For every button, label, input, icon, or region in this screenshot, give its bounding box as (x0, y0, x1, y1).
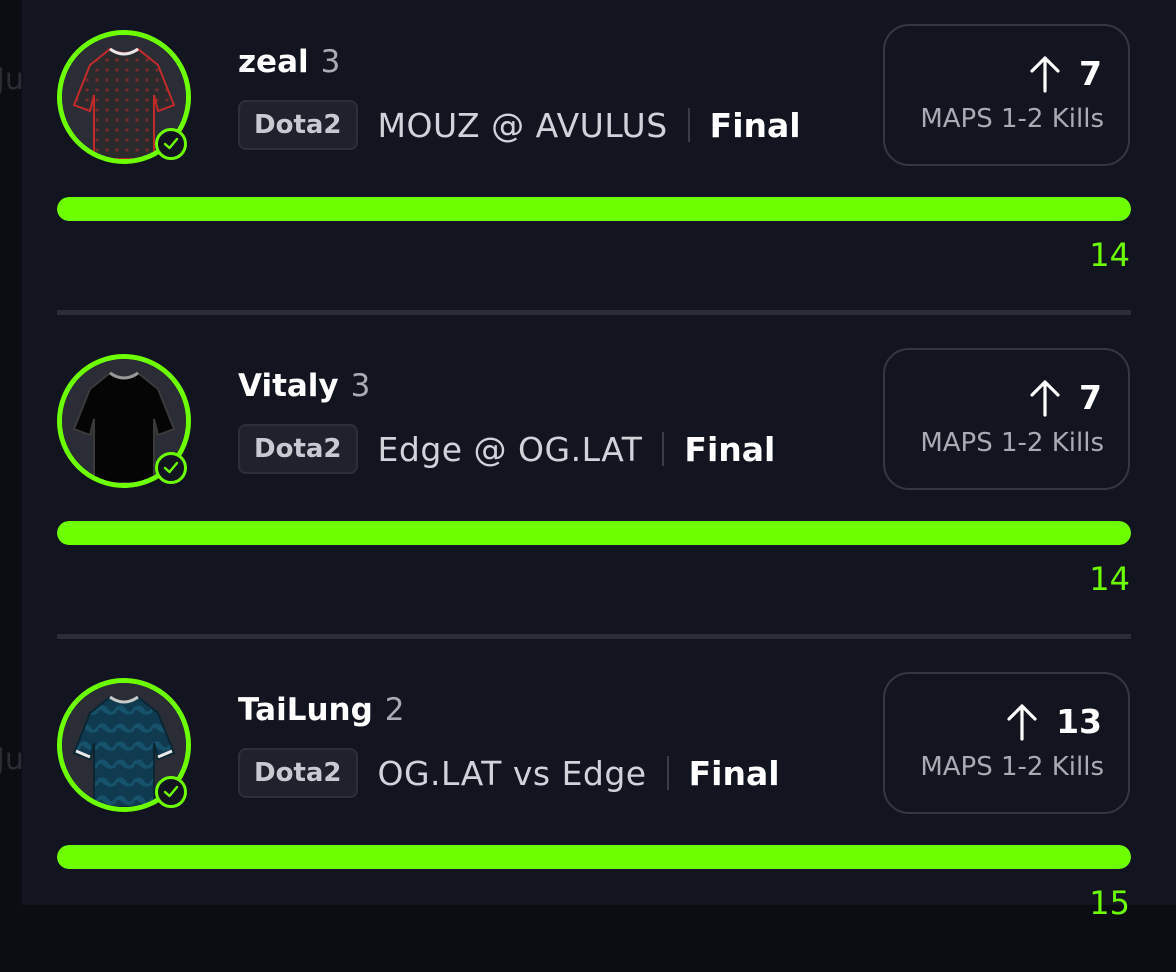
progress-value: 14 (1089, 236, 1130, 274)
stat-label: MAPS 1-2 Kills (920, 752, 1104, 782)
divider (57, 634, 1131, 639)
pick-card[interactable]: zeal 3 Dota2 MOUZ @ AVULUS Final 7 MAPS 1… (22, 0, 1176, 324)
stat-label: MAPS 1-2 Kills (920, 104, 1104, 134)
progress-fill (57, 845, 1131, 869)
arrow-up-icon (1030, 55, 1060, 93)
verified-check-icon (155, 776, 187, 808)
stat-label: MAPS 1-2 Kills (920, 428, 1104, 458)
match-info: Dota2 MOUZ @ AVULUS Final (238, 98, 801, 152)
progress-bar (57, 845, 1131, 869)
stat-line-box[interactable]: 7 MAPS 1-2 Kills (883, 348, 1130, 490)
game-tag: Dota2 (238, 748, 358, 798)
match-info: Dota2 Edge @ OG.LAT Final (238, 422, 775, 476)
stat-line-box[interactable]: 13 MAPS 1-2 Kills (883, 672, 1130, 814)
matchup-label: MOUZ @ AVULUS (377, 105, 668, 145)
match-status: Final (688, 753, 780, 793)
game-tag: Dota2 (238, 424, 358, 474)
player-count: 3 (320, 44, 341, 80)
player-count: 2 (384, 692, 405, 728)
pick-card[interactable]: Vitaly 3 Dota2 Edge @ OG.LAT Final 7 MAPS… (22, 324, 1176, 648)
progress-fill (57, 197, 1131, 221)
verified-check-icon (155, 452, 187, 484)
player-name[interactable]: Vitaly (238, 368, 339, 404)
player-header: zeal 3 (238, 42, 340, 82)
stat-value: 13 (1056, 702, 1102, 741)
progress-value: 15 (1089, 884, 1130, 922)
stat-value: 7 (1079, 378, 1102, 417)
progress-bar (57, 521, 1131, 545)
player-name[interactable]: zeal (238, 44, 309, 80)
background-peek-text: Ju (0, 62, 24, 97)
pick-card[interactable]: TaiLung 2 Dota2 OG.LAT vs Edge Final 13 M… (22, 648, 1176, 972)
separator (662, 432, 665, 466)
results-panel[interactable]: zeal 3 Dota2 MOUZ @ AVULUS Final 7 MAPS 1… (22, 0, 1176, 922)
separator (666, 756, 669, 790)
progress-bar (57, 197, 1131, 221)
matchup-label: OG.LAT vs Edge (377, 753, 647, 793)
game-tag: Dota2 (238, 100, 358, 150)
progress-fill (57, 521, 1131, 545)
match-status: Final (709, 105, 801, 145)
background-peek-text: Ju (0, 742, 24, 777)
divider (57, 310, 1131, 315)
arrow-up-icon (1007, 703, 1037, 741)
separator (687, 108, 690, 142)
matchup-label: Edge @ OG.LAT (377, 429, 643, 469)
verified-check-icon (155, 128, 187, 160)
match-info: Dota2 OG.LAT vs Edge Final (238, 746, 780, 800)
player-header: TaiLung 2 (238, 690, 405, 730)
stat-value: 7 (1079, 54, 1102, 93)
progress-value: 14 (1089, 560, 1130, 598)
match-status: Final (684, 429, 776, 469)
player-header: Vitaly 3 (238, 366, 370, 406)
stat-line-box[interactable]: 7 MAPS 1-2 Kills (883, 24, 1130, 166)
player-count: 3 (350, 368, 371, 404)
arrow-up-icon (1030, 379, 1060, 417)
player-name[interactable]: TaiLung (238, 692, 373, 728)
